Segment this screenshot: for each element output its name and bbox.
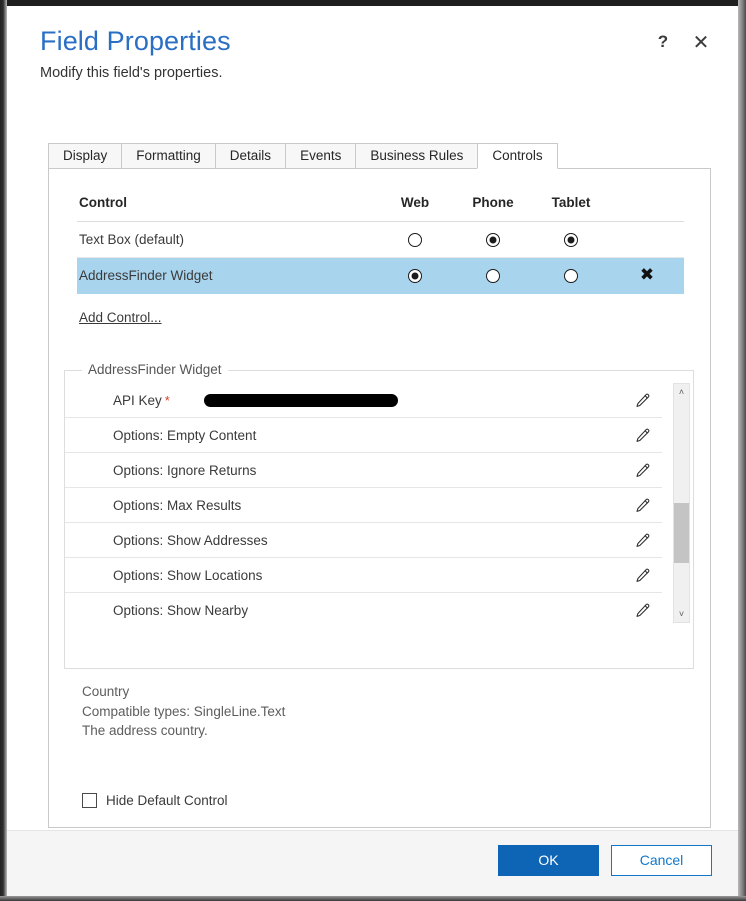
radio-cell-tablet[interactable] [532,221,610,258]
property-label: Options: Ignore Returns [113,462,257,478]
property-row[interactable]: Options: Empty Content [65,418,662,453]
pencil-icon[interactable] [622,602,662,619]
table-header-row: Control Web Phone Tablet [77,195,684,222]
radio-tablet[interactable] [564,269,578,284]
column-header-tablet: Tablet [532,195,610,222]
property-label: Options: Show Nearby [113,602,249,618]
tab-controls[interactable]: Controls [477,143,558,169]
radio-cell-web[interactable] [376,221,454,258]
property-label: Options: Max Results [113,497,242,513]
window-left-edge [0,0,7,901]
dialog-header: Field Properties Modify this field's pro… [7,6,738,98]
controls-panel: Control Web Phone Tablet Text Box (defau… [48,168,711,828]
control-name-cell: Text Box (default) [77,221,376,258]
tab-formatting[interactable]: Formatting [121,143,216,169]
window-right-edge [738,0,746,901]
property-label: Options: Empty Content [113,427,257,443]
remove-control-cell[interactable]: ✖ [610,257,684,294]
properties-list: API Key * Options: Empty Content Options: I… [65,383,662,623]
column-header-control: Control [77,195,376,222]
radio-phone[interactable] [486,269,500,284]
pencil-icon[interactable] [622,462,662,479]
radio-web[interactable] [408,269,422,284]
hide-default-control-row[interactable]: Hide Default Control [82,793,228,808]
tab-display[interactable]: Display [48,143,123,169]
description-field-name: Country [82,684,130,699]
pencil-icon[interactable] [622,392,662,409]
pencil-icon[interactable] [622,567,662,584]
controls-table-body: Text Box (default) AddressFinder Widget ✖ [77,221,684,294]
cancel-button[interactable]: Cancel [611,845,712,876]
page-title: Field Properties [40,26,231,56]
table-row[interactable]: Text Box (default) [77,221,684,258]
footer-buttons: OK Cancel [498,845,712,876]
tab-list: Display Formatting Details Events Business R… [48,143,713,169]
radio-cell-web[interactable] [376,257,454,294]
scroll-up-icon[interactable]: ˄ [674,384,689,400]
radio-web[interactable] [408,233,422,248]
header-actions: ? ✕ [652,31,712,54]
radio-cell-phone[interactable] [454,257,532,294]
properties-body: API Key * Options: Empty Content Options: I… [65,383,695,623]
add-control-link[interactable]: Add Control... [79,310,162,325]
radio-cell-phone[interactable] [454,221,532,258]
description-text: The address country. [82,723,208,738]
scroll-down-icon[interactable]: ˅ [674,606,689,622]
properties-scrollbar[interactable]: ˄ ˅ [673,383,690,623]
radio-tablet[interactable] [564,233,578,248]
tab-events[interactable]: Events [285,143,357,169]
redacted-value-bar [203,393,398,407]
pencil-icon[interactable] [622,532,662,549]
remove-control-cell [610,221,684,258]
property-row[interactable]: Options: Show Locations [65,558,662,593]
column-header-web: Web [376,195,454,222]
scrollbar-thumb[interactable] [674,503,689,563]
radio-phone[interactable] [486,233,500,248]
column-header-phone: Phone [454,195,532,222]
property-label: Options: Show Locations [113,567,263,583]
property-row[interactable]: API Key * [65,383,662,418]
property-row[interactable]: Options: Max Results [65,488,662,523]
fieldset-legend: AddressFinder Widget [82,362,228,377]
ok-button[interactable]: OK [498,845,599,876]
pencil-icon[interactable] [622,427,662,444]
field-properties-dialog: Field Properties Modify this field's pro… [7,6,738,896]
widget-properties-fieldset: AddressFinder Widget API Key * Options: Em… [64,362,695,669]
help-icon[interactable]: ? [652,31,674,53]
tab-business-rules[interactable]: Business Rules [355,143,479,169]
remove-control-icon[interactable]: ✖ [640,265,654,285]
hide-default-control-checkbox[interactable] [82,793,97,808]
property-label: Options: Show Addresses [113,532,268,548]
property-row[interactable]: Options: Ignore Returns [65,453,662,488]
hide-default-control-label: Hide Default Control [106,793,228,808]
radio-cell-tablet[interactable] [532,257,610,294]
dialog-footer: OK Cancel [7,830,738,896]
property-description: Country Compatible types: SingleLine.Tex… [82,682,285,741]
property-row[interactable]: Options: Show Nearby [65,593,662,623]
window-bottom-edge [0,896,746,901]
browser-window-frame: Field Properties Modify this field's pro… [0,0,746,901]
property-value [170,393,622,407]
close-icon[interactable]: ✕ [690,31,712,54]
tab-strip: Display Formatting Details Events Business R… [48,143,713,169]
column-header-remove [610,195,684,222]
description-compatible-types: Compatible types: SingleLine.Text [82,703,286,719]
table-row[interactable]: AddressFinder Widget ✖ [77,257,684,294]
tab-details[interactable]: Details [214,143,287,169]
property-label: API Key [113,392,162,408]
property-row[interactable]: Options: Show Addresses [65,523,662,558]
dialog-subtitle: Modify this field's properties. [40,65,223,81]
controls-table: Control Web Phone Tablet Text Box (defau… [77,195,684,294]
pencil-icon[interactable] [622,497,662,514]
control-name-cell: AddressFinder Widget [77,257,376,294]
